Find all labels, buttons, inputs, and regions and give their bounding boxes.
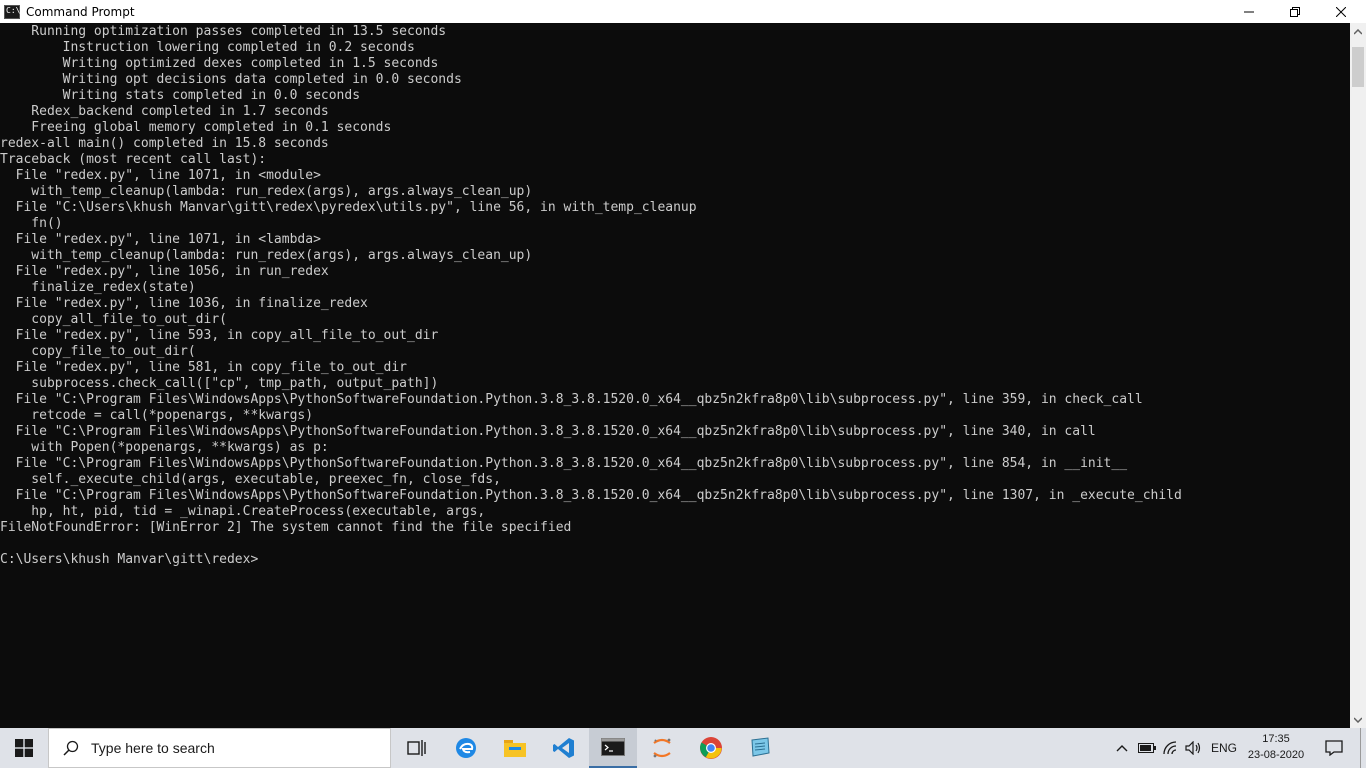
console-line: hp, ht, pid, tid = _winapi.CreateProcess… [0,504,486,519]
jupyter-icon [653,738,671,758]
console-line: File "redex.py", line 1071, in <module> [0,168,321,183]
console-line: self._execute_child(args, executable, pr… [0,472,501,487]
console-line: File "C:\Program Files\WindowsApps\Pytho… [0,456,1128,471]
console-line: Running optimization passes completed in… [0,24,447,39]
restore-icon [1290,6,1300,17]
minimize-icon [1244,11,1254,12]
console-line: File "C:\Program Files\WindowsApps\Pytho… [0,392,1143,407]
console-line: copy_file_to_out_dir( [0,344,196,359]
console-line: finalize_redex(state) [0,280,196,295]
console-line: File "redex.py", line 581, in copy_file_… [0,360,407,375]
input-language-indicator[interactable]: ENG [1208,728,1240,768]
taskbar-app-chrome[interactable] [687,728,735,768]
notification-icon [1325,740,1343,756]
console-line: subprocess.check_call(["cp", tmp_path, o… [0,376,439,391]
clock[interactable]: 17:35 23-08-2020 [1240,731,1312,765]
show-hidden-icons-button[interactable] [1112,728,1132,768]
console-line: File "C:\Program Files\WindowsApps\Pytho… [0,424,1096,439]
taskbar-search-box[interactable]: Type here to search [48,728,391,768]
chevron-down-icon [1354,716,1362,723]
console-line: FileNotFoundError: [WinError 2] The syst… [0,520,572,535]
search-icon [63,740,79,756]
vertical-scrollbar[interactable] [1350,23,1366,728]
console-line: File "redex.py", line 593, in copy_all_f… [0,328,439,343]
task-view-button[interactable] [393,728,441,768]
taskbar-app-command-prompt[interactable] [589,728,637,768]
clock-time: 17:35 [1262,733,1290,745]
console-line: with_temp_cleanup(lambda: run_redex(args… [0,248,533,263]
edge-icon [456,738,476,758]
scroll-up-button[interactable] [1350,23,1366,40]
battery-button[interactable] [1136,728,1158,768]
speaker-icon [1185,741,1201,755]
volume-button[interactable] [1183,728,1205,768]
console-line: File "C:\Program Files\WindowsApps\Pytho… [0,488,1182,503]
taskbar: Type here to search ENG 17:35 23-08-2020 [0,728,1366,768]
console-line: Writing optimized dexes completed in 1.5… [0,56,439,71]
scroll-down-button[interactable] [1350,711,1366,728]
console-line: redex-all main() completed in 15.8 secon… [0,136,329,151]
scroll-thumb[interactable] [1352,47,1364,87]
notepad-icon [751,737,770,757]
vscode-icon [553,738,574,758]
action-center-button[interactable] [1318,728,1350,768]
show-desktop-button[interactable] [1360,728,1366,768]
windows-logo-icon [15,739,33,757]
console-text: Running optimization passes completed in… [0,23,1350,568]
console-line: with_temp_cleanup(lambda: run_redex(args… [0,184,533,199]
task-view-icon [407,740,426,756]
file-explorer-icon [504,740,526,757]
maximize-button[interactable] [1272,0,1318,23]
command-prompt-icon [601,738,625,756]
minimize-button[interactable] [1226,0,1272,23]
wifi-icon [1163,741,1177,755]
console-line: Traceback (most recent call last): [0,152,267,167]
taskbar-app-edge[interactable] [442,728,490,768]
chrome-icon [700,737,722,759]
console-line: File "redex.py", line 1071, in <lambda> [0,232,321,247]
close-icon [1336,6,1346,17]
console-line: Freeing global memory completed in 0.1 s… [0,120,392,135]
console-line: retcode = call(*popenargs, **kwargs) [0,408,314,423]
console-line: File "redex.py", line 1036, in finalize_… [0,296,368,311]
start-button[interactable] [0,728,48,768]
console-line: Writing opt decisions data completed in … [0,72,462,87]
title-bar[interactable]: C:\ Command Prompt [0,0,1366,23]
taskbar-app-file-explorer[interactable] [491,728,539,768]
console-output[interactable]: Running optimization passes completed in… [0,23,1350,728]
console-line: Redex_backend completed in 1.7 seconds [0,104,329,119]
app-icon-label: C:\ [6,5,21,15]
battery-icon [1138,743,1156,753]
console-line: File "redex.py", line 1056, in run_redex [0,264,329,279]
console-line: copy_all_file_to_out_dir( [0,312,227,327]
console-line: Writing stats completed in 0.0 seconds [0,88,361,103]
taskbar-app-vscode[interactable] [540,728,588,768]
window-title: Command Prompt [26,4,135,19]
console-line: fn() [0,216,63,231]
console-line: Instruction lowering completed in 0.2 se… [0,40,415,55]
console-line: with Popen(*popenargs, **kwargs) as p: [0,440,329,455]
command-prompt-app-icon[interactable]: C:\ [4,4,21,19]
search-placeholder: Type here to search [91,740,215,756]
taskbar-app-notepad[interactable] [736,728,784,768]
chevron-up-icon [1116,745,1128,752]
console-line: File "C:\Users\khush Manvar\gitt\redex\p… [0,200,697,215]
chevron-up-icon [1354,28,1362,35]
close-button[interactable] [1318,0,1364,23]
taskbar-app-jupyter[interactable] [638,728,686,768]
command-prompt-line[interactable]: C:\Users\khush Manvar\gitt\redex> [0,552,1350,568]
clock-date: 23-08-2020 [1247,749,1305,761]
network-button[interactable] [1160,728,1182,768]
